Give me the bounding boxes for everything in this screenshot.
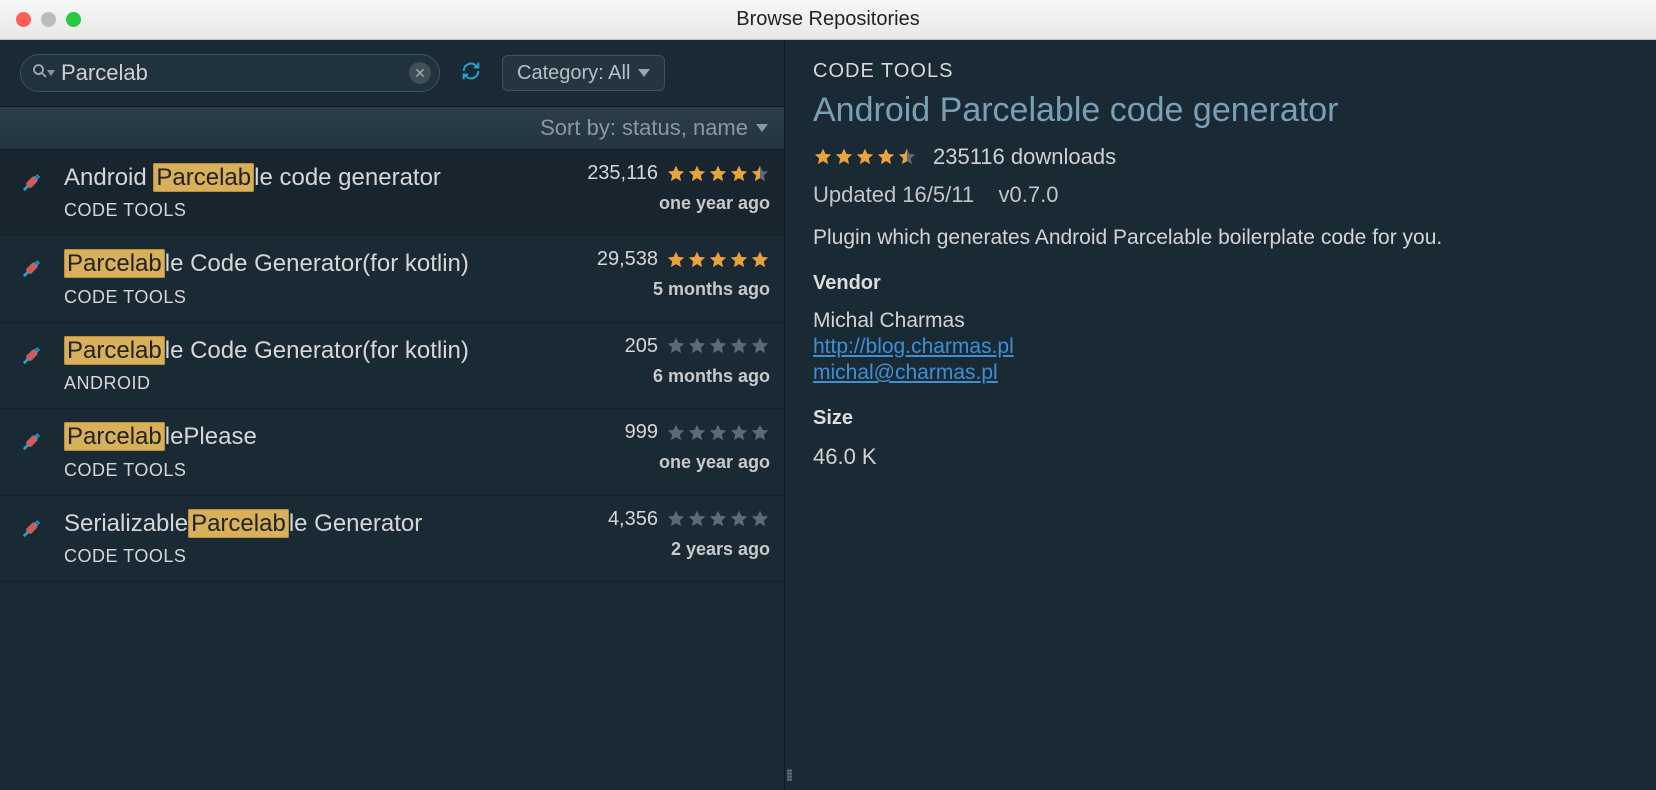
- detail-category: CODE TOOLS: [813, 60, 1636, 83]
- result-row[interactable]: ParcelablePlease CODE TOOLS 999 one year…: [0, 409, 784, 495]
- clear-search-button[interactable]: ✕: [409, 62, 431, 84]
- search-box[interactable]: ✕: [20, 54, 440, 92]
- category-label: Category: All: [517, 62, 630, 85]
- close-icon[interactable]: [16, 12, 31, 27]
- chevron-down-icon: [756, 124, 768, 132]
- detail-rating: [813, 147, 917, 167]
- result-row[interactable]: Android Parcelable code generator CODE T…: [0, 150, 784, 236]
- detail-updated: Updated 16/5/11: [813, 182, 974, 207]
- result-updated-ago: one year ago: [659, 193, 770, 214]
- title-bar: Browse Repositories: [0, 0, 1656, 40]
- search-input[interactable]: [55, 60, 409, 86]
- detail-description: Plugin which generates Android Parcelabl…: [813, 226, 1636, 250]
- result-updated-ago: 2 years ago: [671, 539, 770, 560]
- result-downloads: 29,538: [597, 248, 658, 271]
- plugin-icon: [10, 162, 50, 221]
- result-title: Parcelable Code Generator(for kotlin): [64, 335, 556, 367]
- result-title: SerializableParcelable Generator: [64, 508, 556, 540]
- size-value: 46.0 K: [813, 444, 1636, 470]
- results-list: Android Parcelable code generator CODE T…: [0, 150, 784, 790]
- plugin-icon: [10, 508, 50, 567]
- maximize-icon[interactable]: [66, 12, 81, 27]
- result-title: ParcelablePlease: [64, 421, 556, 453]
- detail-panel: CODE TOOLS Android Parcelable code gener…: [793, 40, 1656, 790]
- size-heading: Size: [813, 407, 1636, 430]
- refresh-button[interactable]: [460, 60, 482, 87]
- sort-dropdown[interactable]: Sort by: status, name: [0, 106, 784, 150]
- detail-downloads: 235116 downloads: [933, 144, 1116, 170]
- search-options-icon[interactable]: [47, 70, 55, 76]
- vendor-heading: Vendor: [813, 272, 1636, 295]
- toolbar: ✕ Category: All: [0, 40, 784, 106]
- minimize-icon[interactable]: [41, 12, 56, 27]
- result-row[interactable]: Parcelable Code Generator(for kotlin) AN…: [0, 323, 784, 409]
- vendor-url-link[interactable]: http://blog.charmas.pl: [813, 335, 1636, 359]
- detail-title: Android Parcelable code generator: [813, 91, 1636, 130]
- result-updated-ago: one year ago: [659, 452, 770, 473]
- detail-version: v0.7.0: [999, 182, 1059, 207]
- result-rating: [666, 164, 770, 184]
- result-title: Parcelable Code Generator(for kotlin): [64, 248, 556, 280]
- result-rating: [666, 250, 770, 270]
- result-downloads: 235,116: [587, 162, 658, 185]
- splitter-handle[interactable]: ••••••••: [785, 40, 793, 790]
- result-downloads: 999: [625, 421, 658, 444]
- result-row[interactable]: Parcelable Code Generator(for kotlin) CO…: [0, 236, 784, 322]
- result-downloads: 4,356: [608, 508, 658, 531]
- traffic-lights: [0, 12, 81, 27]
- result-category: ANDROID: [64, 373, 556, 394]
- vendor-name: Michal Charmas: [813, 309, 1636, 333]
- vendor-email-link[interactable]: michal@charmas.pl: [813, 361, 1636, 385]
- result-category: CODE TOOLS: [64, 546, 556, 567]
- grip-icon: ••••••••: [786, 770, 791, 782]
- plugin-icon: [10, 248, 50, 307]
- result-category: CODE TOOLS: [64, 460, 556, 481]
- sort-label: Sort by: status, name: [540, 115, 748, 141]
- result-rating: [666, 423, 770, 443]
- result-category: CODE TOOLS: [64, 287, 556, 308]
- result-title: Android Parcelable code generator: [64, 162, 556, 194]
- result-category: CODE TOOLS: [64, 200, 556, 221]
- result-updated-ago: 5 months ago: [653, 279, 770, 300]
- result-rating: [666, 509, 770, 529]
- result-rating: [666, 336, 770, 356]
- result-row[interactable]: SerializableParcelable Generator CODE TO…: [0, 496, 784, 582]
- plugin-icon: [10, 335, 50, 394]
- plugin-icon: [10, 421, 50, 480]
- chevron-down-icon: [638, 69, 650, 77]
- category-dropdown[interactable]: Category: All: [502, 55, 665, 91]
- window-title: Browse Repositories: [736, 8, 919, 31]
- result-updated-ago: 6 months ago: [653, 366, 770, 387]
- result-downloads: 205: [625, 335, 658, 358]
